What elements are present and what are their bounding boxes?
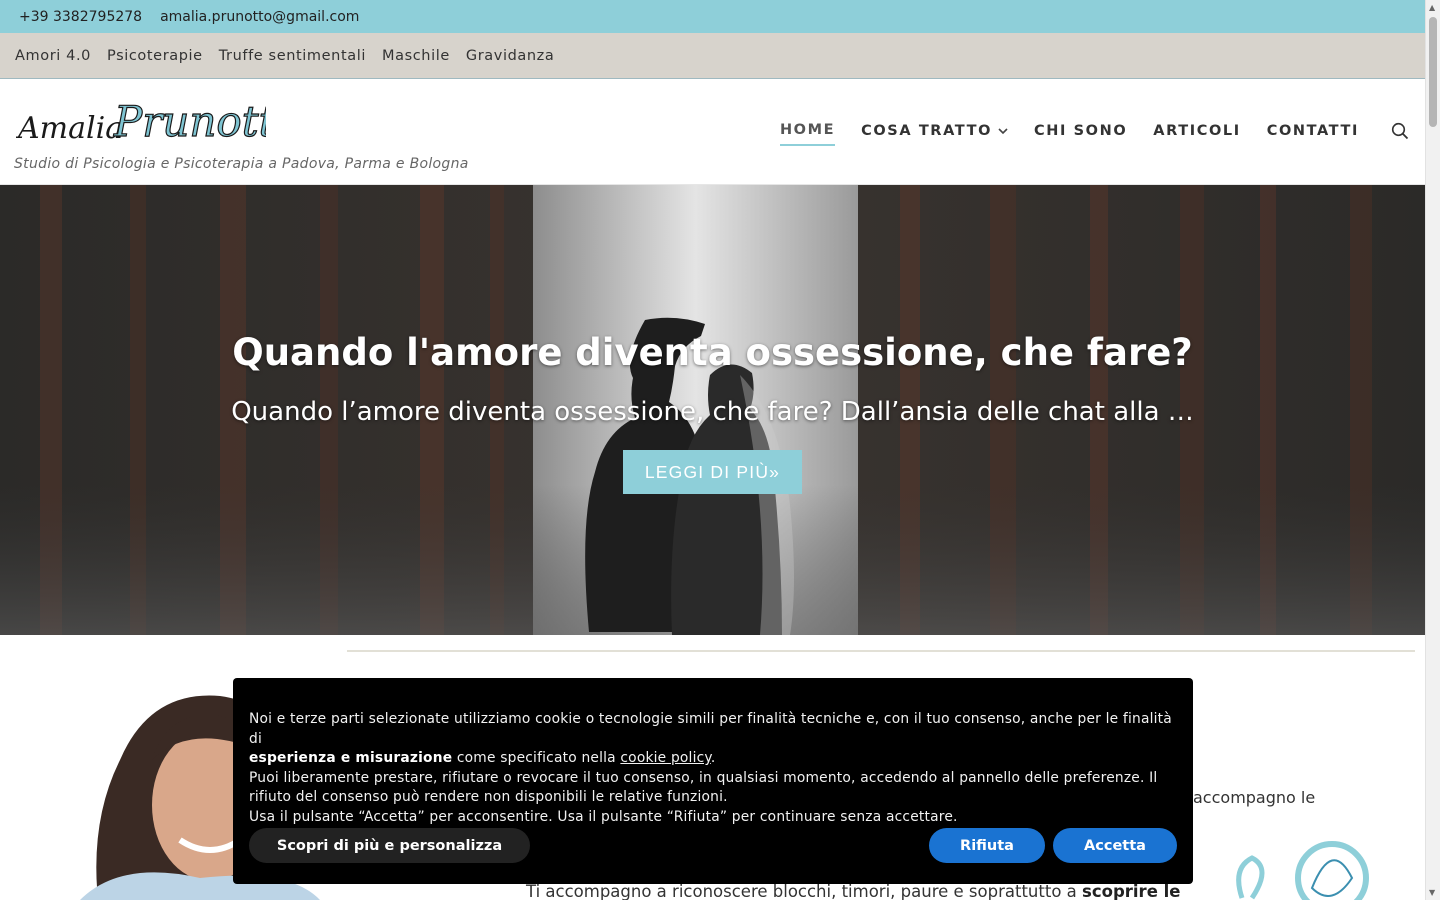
email-link[interactable]: amalia.prunotto@gmail.com (160, 9, 359, 25)
secmenu-item-amori[interactable]: Amori 4.0 (15, 48, 91, 64)
nav-chi-sono-label: CHI SONO (1034, 123, 1128, 139)
nav-cosa-tratto[interactable]: COSA TRATTO (861, 123, 1008, 145)
site-header: Amalia Prunotto Studio di Psicologia e P… (0, 80, 1425, 185)
secmenu-item-truffe[interactable]: Truffe sentimentali (219, 48, 366, 64)
cookie-accept-button[interactable]: Accetta (1053, 828, 1177, 863)
cookie-text-line4: Usa il pulsante “Accetta” per acconsenti… (249, 808, 958, 825)
hero-slider: Quando l'amore diventa ossessione, che f… (0, 185, 1425, 635)
phone-link[interactable]: +39 3382795278 (19, 9, 142, 25)
cookie-text-purpose: esperienza e misurazione (249, 750, 453, 766)
chevron-down-icon (998, 128, 1008, 135)
cookie-text-mid: come specificato nella (452, 750, 621, 766)
nav-chi-sono[interactable]: CHI SONO (1034, 123, 1127, 145)
hero-title: Quando l'amore diventa ossessione, che f… (232, 331, 1193, 374)
secmenu-item-psicoterapie[interactable]: Psicoterapie (107, 48, 203, 64)
cookie-text-line3: Puoi liberamente prestare, rifiutare o r… (249, 769, 1158, 806)
page-scrollbar[interactable]: ▲ ▼ (1425, 0, 1440, 900)
nav-articoli-label: ARTICOLI (1153, 123, 1241, 139)
page: +39 3382795278 amalia.prunotto@gmail.com… (0, 0, 1440, 900)
contact-bar: +39 3382795278 amalia.prunotto@gmail.com (0, 0, 1425, 33)
cookie-text: Noi e terze parti selezionate utilizziam… (249, 710, 1177, 827)
cookie-customize-button[interactable]: Scopri di più e personalizza (249, 828, 530, 863)
scroll-up-arrow-icon[interactable]: ▲ (1429, 3, 1435, 12)
intro-paragraph-bold: scoprire le (1082, 882, 1181, 900)
logo-first-name: Amalia (16, 111, 123, 146)
search-icon[interactable] (1391, 122, 1409, 140)
intro-paragraph: Ti accompagno a riconoscere blocchi, tim… (526, 882, 1180, 900)
logo-last-name: Prunotto (113, 97, 266, 146)
hero-subtitle: Quando l’amore diventa ossessione, che f… (231, 397, 1194, 427)
cookie-text-period: . (710, 750, 716, 766)
nav-cosa-tratto-label: COSA TRATTO (861, 123, 993, 139)
cookie-policy-link[interactable]: cookie policy (620, 750, 710, 766)
secmenu-item-maschile[interactable]: Maschile (382, 48, 450, 64)
scroll-down-arrow-icon[interactable]: ▼ (1429, 888, 1435, 897)
nav-contatti-label: CONTATTI (1266, 123, 1359, 139)
scroll-thumb[interactable] (1429, 17, 1437, 127)
main-nav: HOME COSA TRATTO CHI SONO ARTICOLI CONTA… (754, 122, 1359, 146)
cookie-banner: Noi e terze parti selezionate utilizziam… (233, 678, 1193, 884)
nav-articoli[interactable]: ARTICOLI (1153, 123, 1240, 145)
read-more-button[interactable]: LEGGI DI PIÙ» (623, 450, 802, 494)
nav-contatti[interactable]: CONTATTI (1267, 123, 1359, 145)
nav-home[interactable]: HOME (779, 122, 836, 146)
secmenu-item-gravidanza[interactable]: Gravidanza (466, 48, 554, 64)
cookie-reject-button[interactable]: Rifiuta (929, 828, 1045, 863)
nav-home-label: HOME (779, 122, 836, 138)
site-logo[interactable]: Amalia Prunotto (16, 86, 266, 148)
intro-paragraph-plain: Ti accompagno a riconoscere blocchi, tim… (526, 882, 1083, 900)
decorative-illustration (1236, 841, 1369, 900)
secondary-menu: Amori 4.0 Psicoterapie Truffe sentimenta… (0, 33, 1425, 79)
content-divider (347, 650, 1415, 652)
intro-text-fragment: accompagno le (1193, 788, 1316, 807)
cookie-text-line1: Noi e terze parti selezionate utilizziam… (249, 711, 1172, 747)
site-tagline: Studio di Psicologia e Psicoterapia a Pa… (14, 156, 469, 172)
